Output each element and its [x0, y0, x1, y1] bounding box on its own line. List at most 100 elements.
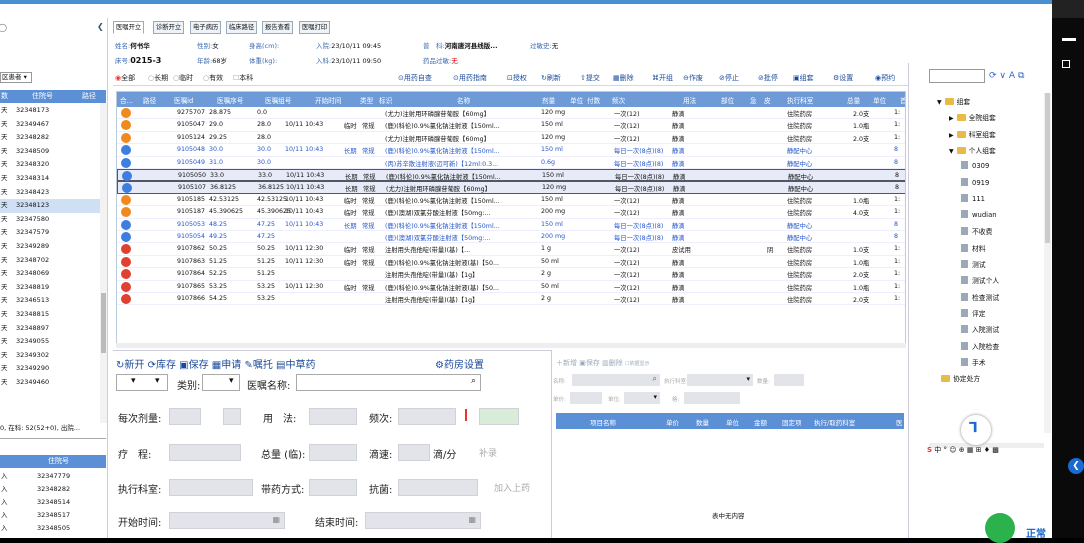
action-5[interactable]: ▦删除 [613, 73, 634, 83]
patient-row-2[interactable]: 入 32348514 [0, 496, 100, 510]
patient-row[interactable]: 天 32348819 [0, 281, 100, 295]
patient-row[interactable]: 天 32348702 [0, 254, 100, 268]
order-row[interactable]: 9107862 50.25 50.25 10/11 12:30 临时 常规 注射用头孢他啶(… [117, 243, 905, 256]
filter-2[interactable]: ○临时 [173, 73, 193, 83]
add-fee-button[interactable]: ＋新增 [556, 359, 577, 367]
filter-1[interactable]: ○长期 [148, 73, 168, 83]
patient-row[interactable]: 天 32348173 [0, 104, 100, 118]
tree-item[interactable]: ▼ 组套 [937, 96, 970, 106]
order-row[interactable]: 9105124 29.25 28.0 (尤力)注射用环磷腺苷葡胺【60mg】 120 m… [117, 132, 905, 145]
save-button[interactable]: ▣保存 [179, 360, 208, 371]
caret-right-icon[interactable]: ▶ [949, 115, 954, 122]
calendar-icon[interactable]: ▦ [272, 515, 280, 524]
ime-toolbar[interactable]: S 中 ° ☺ ⊕ ▦ ⊞ ♦ ▩ [927, 445, 999, 455]
new-order-button[interactable]: ↻新开 [116, 360, 144, 371]
drip-input[interactable] [398, 444, 430, 461]
patient-row[interactable]: 天 32348320 [0, 158, 100, 172]
chevron-left-icon[interactable]: ❮ [97, 22, 104, 31]
tree-item[interactable]: 111 [961, 193, 985, 203]
action-3[interactable]: ↻刷新 [541, 73, 561, 83]
minimize-icon[interactable] [1062, 38, 1076, 41]
tree-item[interactable]: 评定 [961, 308, 986, 318]
patient-row[interactable]: 天 32348123 [0, 199, 100, 213]
calendar-icon[interactable]: ▦ [468, 515, 476, 524]
tree-item[interactable]: 协定处方 [941, 373, 980, 383]
order-row[interactable]: 9105054 49.25 47.25 (鹿)(澳湖)双氯芬酸注射液【50mg:...… [117, 231, 905, 244]
stock-button[interactable]: ⟳库存 [148, 360, 176, 371]
order-set-search-input[interactable] [929, 69, 985, 83]
action-0[interactable]: ⊙用药自查 [398, 73, 432, 83]
order-row[interactable]: 9105107 36.8125 36.8125 10/11 10:43 长期 常规 (尤力)… [117, 181, 905, 194]
order-name-input[interactable]: ⌕ [296, 374, 481, 391]
search-icon[interactable]: ⌕ [471, 376, 476, 386]
add-to-above-button[interactable]: 加入上药 [494, 481, 530, 494]
caret-down-icon[interactable]: ▼ [949, 148, 954, 155]
course-input[interactable] [169, 444, 241, 461]
action-4[interactable]: ⇧提交 [580, 73, 600, 83]
total-input[interactable] [309, 444, 357, 461]
patient-row-2[interactable]: 入 32347779 [0, 470, 100, 484]
exec-dept-select[interactable] [169, 479, 253, 496]
herbal-button[interactable]: ▤中草药 [276, 360, 315, 371]
action-6[interactable]: ⌘开组 [652, 73, 673, 83]
search-icon[interactable]: ⌕ [653, 374, 657, 384]
action-9[interactable]: ⊘批停 [758, 73, 778, 83]
patient-row[interactable]: 天 32348815 [0, 308, 100, 322]
patient-row[interactable]: 天 32348314 [0, 172, 100, 186]
patient-row[interactable]: 天 32348423 [0, 186, 100, 200]
fee-qty-input[interactable] [774, 374, 804, 386]
tab-4[interactable]: 报告查看 [262, 21, 294, 34]
patient-row[interactable]: 天 32349467 [0, 118, 100, 132]
text-size-icon[interactable]: A [1009, 71, 1015, 81]
tree-item[interactable]: ▼ 个人组套 [949, 145, 996, 155]
chevron-down-icon[interactable]: ∨ [999, 71, 1006, 81]
record-checkbox[interactable]: 补录 [479, 446, 497, 459]
order-row[interactable]: 9105187 45.390625 45.390625 10/11 10:43 临时 常规… [117, 206, 905, 219]
category-select[interactable]: ▾ [202, 374, 240, 391]
tree-item[interactable]: 0919 [961, 177, 989, 187]
tree-item[interactable]: 入院测试 [961, 324, 999, 334]
side-arrow-icon[interactable]: ❮ [1068, 458, 1084, 474]
patient-row-2[interactable]: 入 32348517 [0, 509, 100, 523]
action-7[interactable]: ⊖作废 [683, 73, 703, 83]
patient-row[interactable]: 天 32349290 [0, 362, 100, 376]
filter-4[interactable]: ☐本科 [233, 73, 253, 83]
tab-1[interactable]: 诊断开立 [153, 21, 185, 34]
order-row[interactable]: 9107863 51.25 51.25 10/11 12:30 临时 常规 (鹿)(科伦)0… [117, 256, 905, 269]
patient-row[interactable]: 天 32349302 [0, 349, 100, 363]
patient-row[interactable]: 天 32347579 [0, 226, 100, 240]
tab-2[interactable]: 电子病历 [190, 21, 222, 34]
order-type-select[interactable]: ▾ ▾ [116, 374, 168, 391]
action-8[interactable]: ⊘停止 [719, 73, 739, 83]
tree-item[interactable]: 0309 [961, 161, 989, 170]
order-row[interactable]: 9105048 30.0 30.0 10/11 10:43 长期 常规 (鹿)(科伦)0.9… [117, 144, 905, 157]
dose-unit-select[interactable] [223, 408, 241, 425]
tree-item[interactable]: 检查测试 [961, 292, 999, 302]
basis-display-button[interactable]: ☐依据显示 [625, 361, 650, 367]
order-row[interactable]: 9105050 33.0 33.0 10/11 10:43 长期 常规 (鹿)(科伦)0.9… [117, 169, 905, 182]
patient-row[interactable]: 天 32349289 [0, 240, 100, 254]
delete-fee-button[interactable]: ▥删除 [602, 359, 623, 367]
caret-down-icon[interactable]: ▼ [937, 99, 942, 106]
order-row[interactable]: 9275707 28.875 0.0 (尤力)注射用环磷腺苷葡胺【60mg】 120 m… [117, 107, 905, 120]
ward-filter-select[interactable]: 区患者 ▾ [0, 72, 32, 83]
tree-item[interactable]: 材料 [961, 243, 986, 253]
instruction-button[interactable]: ✎嘱托 [244, 360, 272, 371]
filter-0[interactable]: ◉全部 [115, 73, 135, 83]
grid-hscrollbar[interactable] [116, 343, 906, 348]
fee-name-input[interactable]: ⌕ [572, 374, 660, 386]
action-1[interactable]: ⊙用药指南 [453, 73, 487, 83]
tree-item[interactable]: wudian [961, 210, 997, 219]
assistant-icon[interactable]: ⅂ [961, 415, 991, 445]
save-fee-button[interactable]: ▣保存 [579, 359, 600, 367]
patient-row-2[interactable]: 入 32348505 [0, 522, 100, 536]
tab-0[interactable]: 医嘱开立 [113, 21, 145, 34]
freq-extra-input[interactable] [479, 408, 519, 425]
apply-button[interactable]: ▦申请 [212, 360, 241, 371]
collapse-icon[interactable]: ◯ [0, 23, 7, 32]
end-time-input[interactable]: ▦ [365, 512, 481, 529]
patient-row[interactable]: 天 32348897 [0, 322, 100, 336]
filter-3[interactable]: ○有效 [203, 73, 223, 83]
anti-select[interactable] [398, 479, 478, 496]
tree-scrollbar[interactable] [1044, 93, 1051, 433]
